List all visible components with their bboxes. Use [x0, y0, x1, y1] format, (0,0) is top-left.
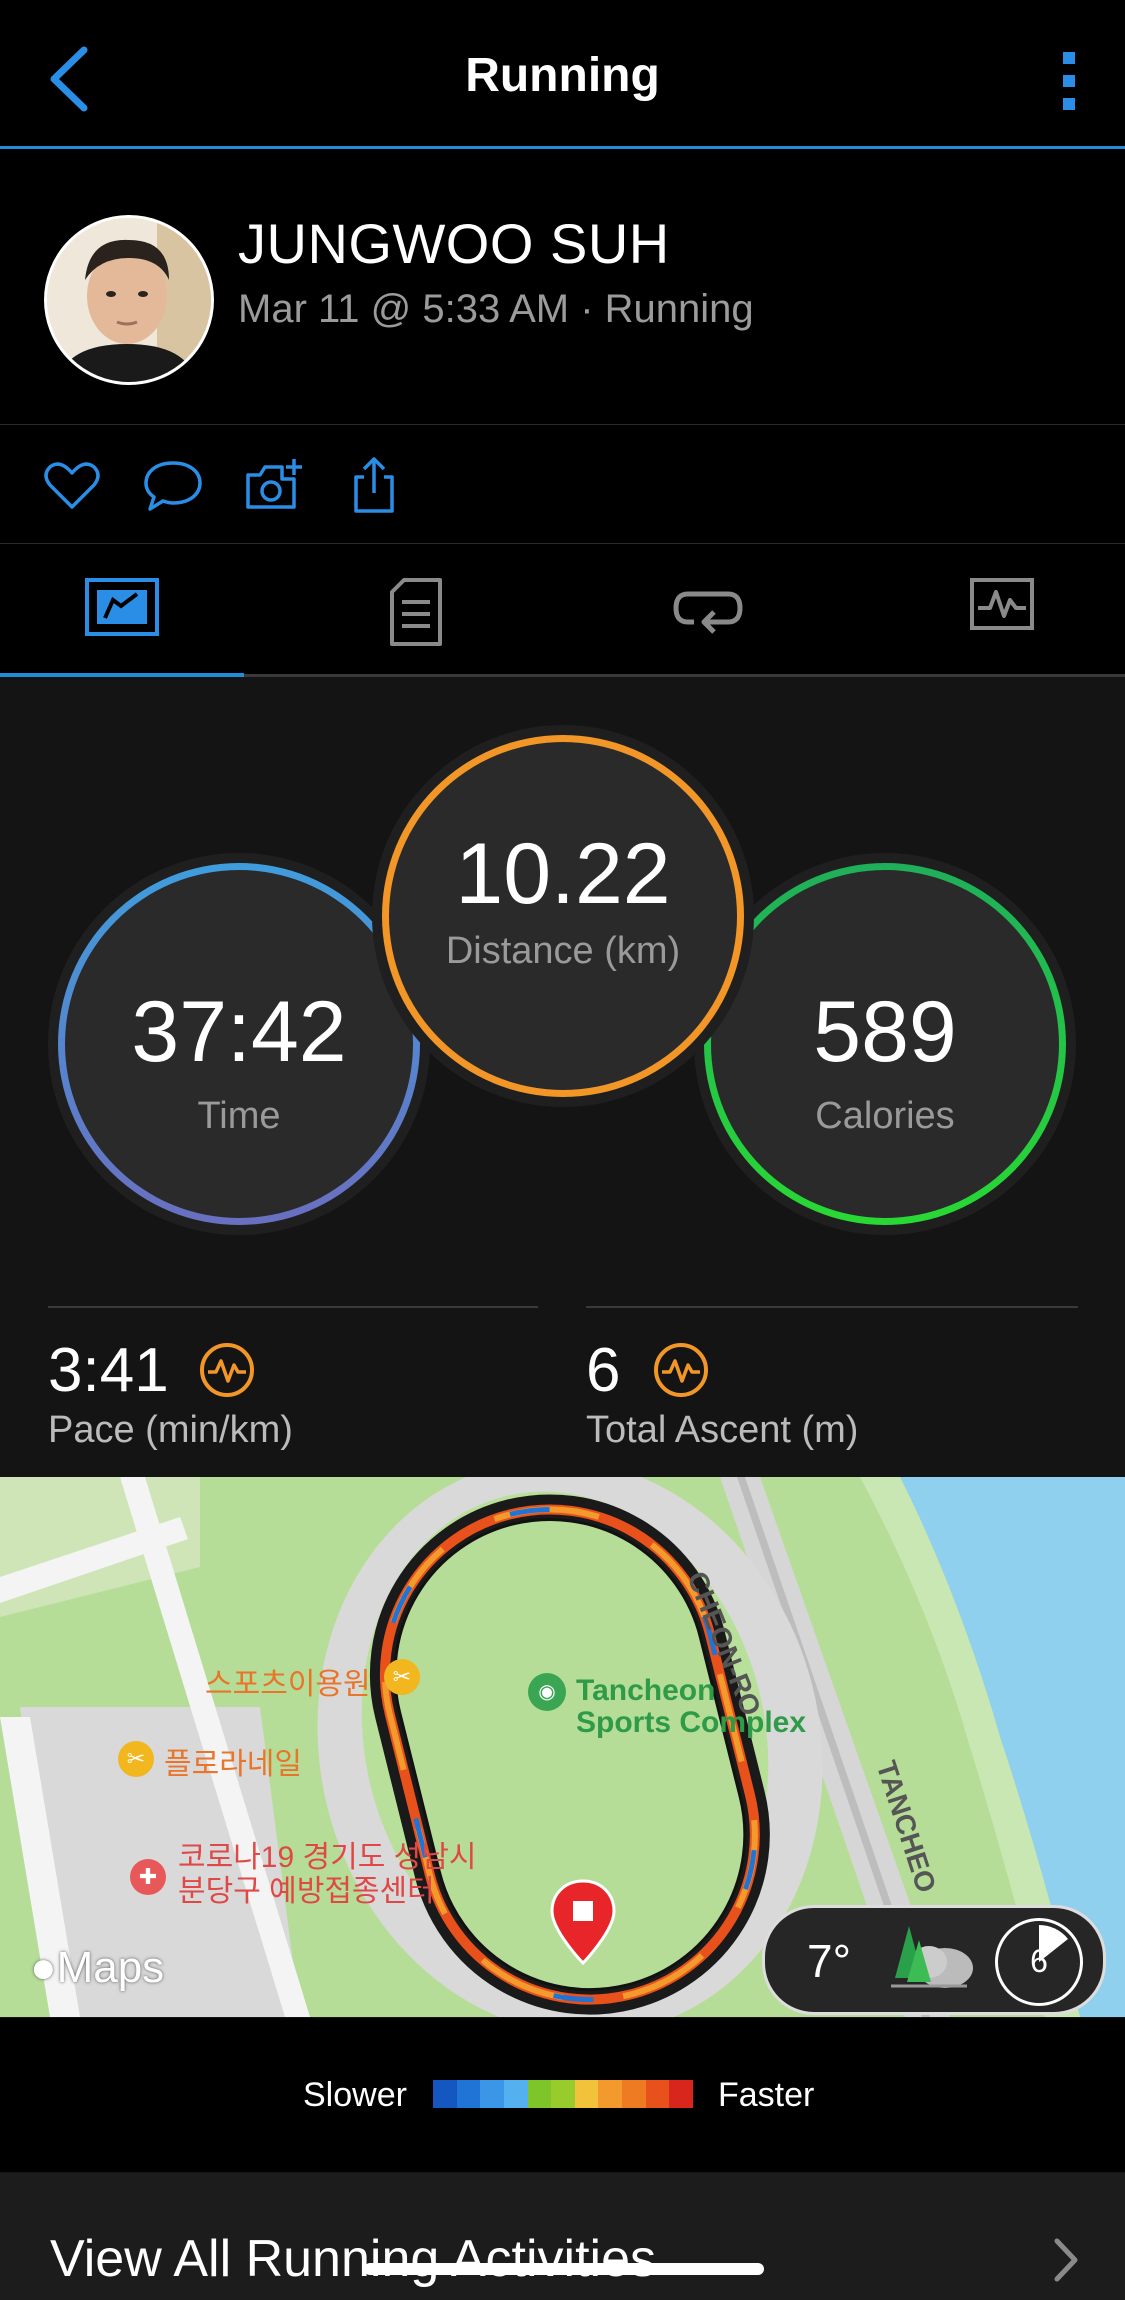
page-title: Running: [465, 49, 660, 102]
view-all-activities-link[interactable]: View All Running Activities: [50, 2229, 656, 2289]
stadium-pin-icon[interactable]: ◉: [528, 1673, 566, 1711]
ascent-label: Total Ascent (m): [586, 1409, 859, 1451]
share-button[interactable]: [344, 455, 404, 515]
overview-icon: [85, 578, 159, 636]
view-all-row[interactable]: View All Running Activities: [0, 2173, 1125, 2300]
route-map[interactable]: 스포츠이용원 ✂ ✂ 플로라네일 ✚ 코로나19 경기도 성남시 분당구 예방접…: [0, 1477, 1125, 2017]
share-icon: [354, 457, 394, 513]
temperature-value: 7°: [807, 1935, 851, 1987]
time-label: Time: [197, 1095, 281, 1137]
home-indicator[interactable]: [364, 2263, 764, 2275]
poi-label-line: 분당구 예방접종센터: [178, 1875, 435, 1908]
shop-pin-icon[interactable]: ✂: [118, 1741, 154, 1777]
activity-tabs: [0, 544, 1125, 677]
time-value: 37:42: [131, 984, 347, 1080]
pace-color-swatch: [622, 2080, 646, 2108]
complex-label-line: Tancheon: [576, 1674, 716, 1707]
comment-icon: [144, 461, 202, 511]
poi-label-line: 코로나19 경기도 성남시: [178, 1841, 477, 1874]
add-photo-icon: [246, 459, 302, 509]
calories-label: Calories: [815, 1095, 955, 1137]
finish-pin-icon[interactable]: [548, 1877, 618, 1967]
ascent-value: 6: [586, 1336, 621, 1405]
tab-details[interactable]: [294, 544, 538, 674]
laps-icon: [673, 591, 743, 634]
pace-color-swatch: [433, 2080, 457, 2108]
top-bar: Running: [0, 0, 1125, 149]
charts-icon: [970, 578, 1034, 630]
stats-panel: 37:42 Time 589 Calories 10.22 Distance (…: [0, 677, 1125, 1477]
calories-value: 589: [813, 984, 957, 1080]
medical-pin-icon[interactable]: ✚: [130, 1859, 166, 1895]
pace-chart-icon[interactable]: [198, 1341, 256, 1399]
like-button[interactable]: [42, 455, 102, 515]
divider: [48, 1306, 538, 1308]
kebab-menu-icon: [1063, 52, 1075, 110]
more-options-button[interactable]: [1049, 46, 1089, 116]
complex-label-line: Sports Complex: [576, 1706, 807, 1739]
distance-label: Distance (km): [445, 930, 681, 972]
ascent-chart-icon[interactable]: [652, 1341, 710, 1399]
legend-slower-label: Slower: [303, 2076, 407, 2114]
maps-attribution-text: Maps: [56, 1943, 165, 1992]
avatar[interactable]: [44, 215, 214, 385]
wind-speed: 6: [1030, 1943, 1048, 1979]
tab-overview[interactable]: [0, 544, 244, 677]
add-photo-button[interactable]: [242, 455, 302, 515]
poi-label[interactable]: 플로라네일: [164, 1739, 302, 1783]
details-icon: [390, 578, 442, 646]
wind-compass: 6: [995, 1918, 1083, 2006]
profile-header: JUNGWOO SUH Mar 11 @ 5:33 AM · Running: [0, 149, 1125, 425]
athlete-name[interactable]: JUNGWOO SUH: [238, 211, 670, 276]
shop-pin-icon[interactable]: ✂: [384, 1659, 420, 1695]
pace-color-swatch: [551, 2080, 575, 2108]
pace-color-swatch: [527, 2080, 552, 2108]
maps-attribution[interactable]: ●Maps: [30, 1943, 164, 1993]
avatar-photo: [47, 218, 211, 382]
legend-faster-label: Faster: [718, 2076, 815, 2114]
weather-chip[interactable]: 7° 6: [762, 1905, 1106, 2015]
apple-logo-icon: ●: [30, 1943, 57, 1992]
divider: [586, 1306, 1078, 1308]
tab-laps[interactable]: [586, 544, 830, 674]
pace-color-swatch: [456, 2080, 481, 2108]
distance-ring: 10.22 Distance (km): [372, 725, 754, 1107]
pace-legend: Slower Faster: [0, 2018, 1125, 2172]
distance-value: 10.22: [455, 826, 671, 922]
pace-color-scale: [433, 2080, 694, 2108]
complex-label[interactable]: Tancheon Sports Complex: [576, 1675, 806, 1739]
activity-meta: Mar 11 @ 5:33 AM · Running: [238, 287, 754, 331]
heart-icon: [44, 462, 100, 509]
pace-color-swatch: [669, 2080, 694, 2108]
pace-color-swatch: [574, 2080, 599, 2108]
partly-cloudy-icon: [891, 1926, 973, 1988]
tab-charts[interactable]: [880, 544, 1124, 674]
comment-button[interactable]: [142, 455, 202, 515]
poi-label[interactable]: 스포츠이용원: [205, 1659, 371, 1703]
social-actions-bar: [0, 425, 1125, 544]
pace-color-swatch: [480, 2080, 504, 2108]
chevron-right-icon: [1054, 2238, 1078, 2282]
pace-color-swatch: [503, 2080, 528, 2108]
pace-label: Pace (min/km): [48, 1409, 293, 1451]
pace-color-swatch: [598, 2080, 623, 2108]
pace-value: 3:41: [48, 1336, 169, 1405]
poi-label-medical[interactable]: 코로나19 경기도 성남시 분당구 예방접종센터: [178, 1841, 476, 1909]
pace-color-swatch: [645, 2080, 670, 2108]
